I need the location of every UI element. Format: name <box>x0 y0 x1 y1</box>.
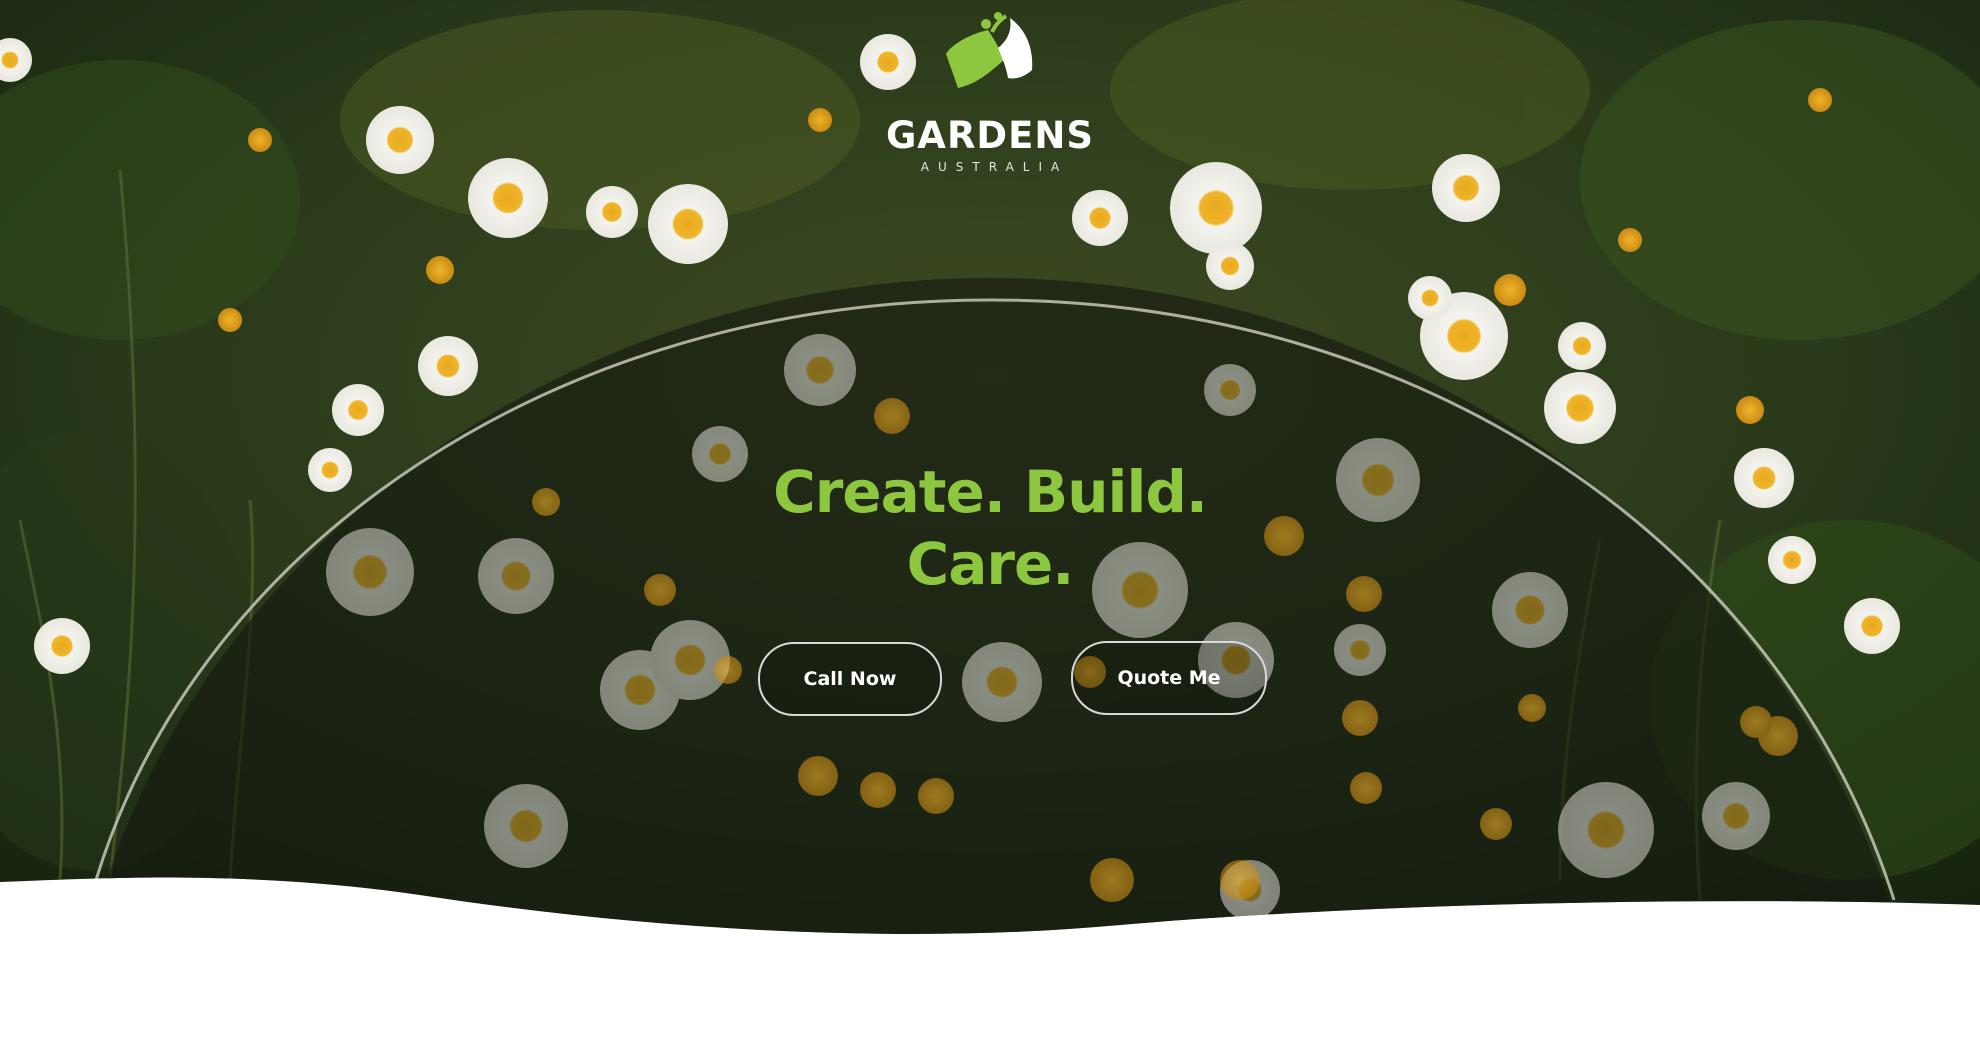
brand-logo[interactable]: GARDENS AUSTRALIA <box>880 10 1100 174</box>
hero-headline-line-1: Create. Build. <box>773 458 1208 526</box>
hero-headline: Create. Build. Care. <box>640 456 1340 600</box>
hero-headline-line-2: Care. <box>906 530 1075 598</box>
quote-me-button[interactable]: Quote Me <box>1071 641 1267 715</box>
hero-section: GARDENS AUSTRALIA Create. Build. Care. C… <box>0 0 1980 1040</box>
garden-path-logo-icon <box>946 12 1033 88</box>
brand-name: GARDENS <box>885 114 1095 157</box>
call-now-button[interactable]: Call Now <box>758 642 942 716</box>
brand-tagline: AUSTRALIA <box>920 160 1069 174</box>
